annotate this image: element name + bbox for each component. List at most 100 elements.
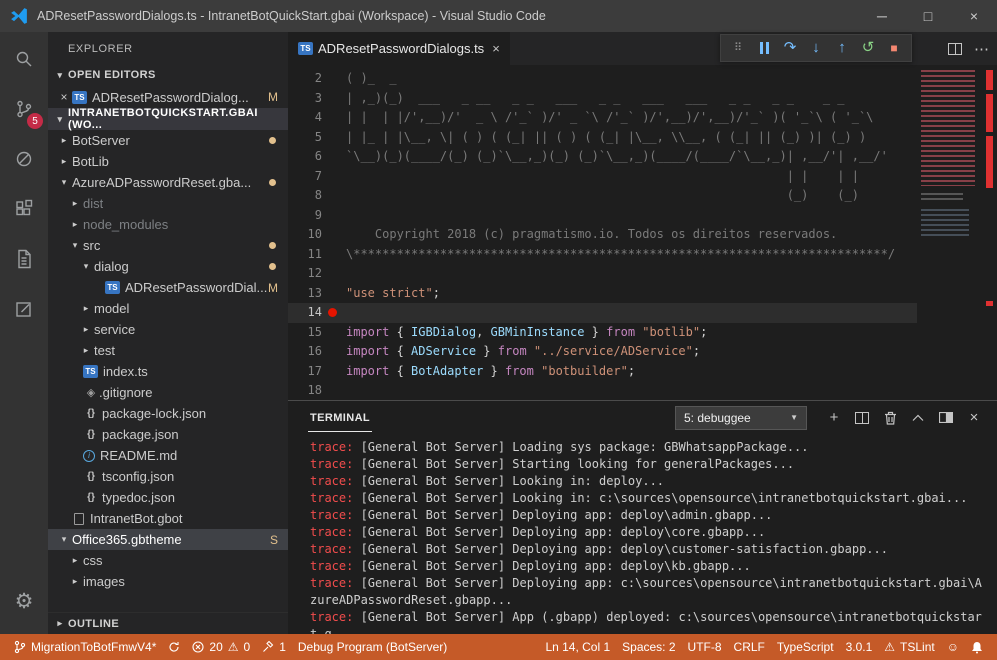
git-status-badge: S xyxy=(270,533,278,547)
debug-breakpoint-marker[interactable] xyxy=(328,308,337,317)
twisty-icon[interactable]: ▸ xyxy=(56,135,72,146)
kill-terminal-icon[interactable] xyxy=(877,405,903,431)
terminal-output[interactable]: trace: [General Bot Server] Loading sys … xyxy=(288,434,997,634)
tree-item[interactable]: ▾src xyxy=(48,235,288,256)
stop-button[interactable]: ■ xyxy=(881,35,907,61)
step-over-button[interactable]: ↷ xyxy=(777,35,803,61)
extensions-icon[interactable] xyxy=(0,184,48,234)
source-control-icon[interactable]: 5 xyxy=(0,84,48,134)
tasks-button[interactable]: 1 xyxy=(256,634,292,660)
code-line: 12 xyxy=(288,264,997,284)
new-terminal-icon[interactable]: + xyxy=(821,405,847,431)
encoding[interactable]: UTF-8 xyxy=(682,634,728,660)
close-panel-icon[interactable]: × xyxy=(961,405,987,431)
tree-item[interactable]: {}package-lock.json xyxy=(48,403,288,424)
twisty-icon[interactable]: ▸ xyxy=(67,576,83,587)
tab-close-icon[interactable]: × xyxy=(492,41,500,56)
twisty-icon[interactable]: ▾ xyxy=(67,240,83,251)
tree-item[interactable]: ▸css xyxy=(48,550,288,571)
twisty-icon: ▾ xyxy=(52,70,68,81)
twisty-icon[interactable]: ▸ xyxy=(67,198,83,209)
open-editor-item[interactable]: × TS ADResetPasswordDialog... M xyxy=(48,86,288,108)
debug-icon[interactable] xyxy=(0,134,48,184)
tree-item[interactable]: TSindex.ts xyxy=(48,361,288,382)
indentation[interactable]: Spaces: 2 xyxy=(616,634,681,660)
split-terminal-icon[interactable] xyxy=(849,405,875,431)
git-status-badge: M xyxy=(268,281,278,295)
twisty-icon[interactable]: ▸ xyxy=(67,555,83,566)
terminal-tab[interactable]: TERMINAL xyxy=(308,403,372,432)
tree-item[interactable]: ▸BotServer xyxy=(48,130,288,151)
more-actions-icon[interactable]: ⋯ xyxy=(974,40,989,58)
tslint-status[interactable]: ⚠ TSLint xyxy=(878,634,940,660)
terminal-selector[interactable]: 5: debuggee ▼ xyxy=(675,406,807,430)
json-icon: {} xyxy=(83,429,99,440)
tree-item[interactable]: {}package.json xyxy=(48,424,288,445)
move-panel-icon[interactable] xyxy=(933,405,959,431)
close-window-button[interactable]: × xyxy=(951,0,997,32)
maximize-button[interactable]: □ xyxy=(905,0,951,32)
sidebar-title: EXPLORER xyxy=(48,32,288,64)
tree-item[interactable]: {}typedoc.json xyxy=(48,487,288,508)
problems-button[interactable]: 20 ⚠ 0 xyxy=(186,634,256,660)
twisty-icon[interactable]: ▸ xyxy=(67,219,83,230)
open-editors-header[interactable]: ▾ OPEN EDITORS xyxy=(48,64,288,86)
cursor-position[interactable]: Ln 14, Col 1 xyxy=(539,634,616,660)
tree-item[interactable]: ▾AzureADPasswordReset.gba... xyxy=(48,172,288,193)
tree-item[interactable]: ▸images xyxy=(48,571,288,592)
restart-button[interactable]: ↺ xyxy=(855,35,881,61)
tree-item[interactable]: ▾Office365.gbthemeS xyxy=(48,529,288,550)
typescript-version[interactable]: 3.0.1 xyxy=(840,634,879,660)
feedback-smiley[interactable]: ☺ xyxy=(941,634,965,660)
tree-item[interactable]: ▾dialog xyxy=(48,256,288,277)
twisty-icon[interactable]: ▸ xyxy=(78,345,94,356)
tree-item[interactable]: ▸node_modules xyxy=(48,214,288,235)
tree-item[interactable]: TSADResetPasswordDial...M xyxy=(48,277,288,298)
twisty-icon[interactable]: ▾ xyxy=(56,534,72,545)
step-out-button[interactable]: ↑ xyxy=(829,35,855,61)
json-icon: {} xyxy=(83,408,99,419)
minimap[interactable] xyxy=(917,65,983,400)
split-editor-icon[interactable] xyxy=(948,43,962,55)
tree-item[interactable]: ▸test xyxy=(48,340,288,361)
twisty-icon[interactable]: ▸ xyxy=(56,156,72,167)
git-branch-button[interactable]: MigrationToBotFmwV4* xyxy=(8,634,162,660)
outline-section-header[interactable]: ▸ OUTLINE xyxy=(48,612,288,634)
tree-item[interactable]: iREADME.md xyxy=(48,445,288,466)
eol-selector[interactable]: CRLF xyxy=(728,634,771,660)
tree-item[interactable]: ▸service xyxy=(48,319,288,340)
step-into-button[interactable]: ↓ xyxy=(803,35,829,61)
maximize-panel-icon[interactable] xyxy=(905,405,931,431)
tree-item[interactable]: ◈.gitignore xyxy=(48,382,288,403)
pause-button[interactable] xyxy=(751,35,777,61)
settings-gear-icon[interactable]: ⚙ xyxy=(0,576,48,626)
code-line: 7 | | | | xyxy=(288,167,997,187)
git-modified-badge: M xyxy=(268,90,278,104)
search-icon[interactable] xyxy=(0,34,48,84)
overview-ruler[interactable] xyxy=(983,65,997,400)
tree-item[interactable]: ▸model xyxy=(48,298,288,319)
tree-item[interactable]: ▸dist xyxy=(48,193,288,214)
compose-icon[interactable] xyxy=(0,284,48,334)
open-editors-label: OPEN EDITORS xyxy=(68,69,156,81)
tab-adresetpassworddialogs[interactable]: TS ADResetPasswordDialogs.ts × xyxy=(288,32,510,65)
twisty-icon[interactable]: ▾ xyxy=(56,177,72,188)
tree-item-label: README.md xyxy=(100,448,177,463)
twisty-icon[interactable]: ▸ xyxy=(78,324,94,335)
minimize-button[interactable]: ─ xyxy=(859,0,905,32)
debug-status[interactable]: Debug Program (BotServer) xyxy=(292,634,453,660)
tree-item[interactable]: ▸BotLib xyxy=(48,151,288,172)
terminal-line: trace: [General Bot Server] Deploying ap… xyxy=(310,524,985,541)
docs-icon[interactable] xyxy=(0,234,48,284)
tree-item[interactable]: IntranetBot.gbot xyxy=(48,508,288,529)
editor-body[interactable]: 2( )_ _3| ,_)(_) ___ _ __ _ _ ___ _ _ __… xyxy=(288,65,997,400)
language-mode[interactable]: TypeScript xyxy=(771,634,840,660)
workspace-section-header[interactable]: ▾ INTRANETBOTQUICKSTART.GBAI (WO... xyxy=(48,108,288,130)
sync-button[interactable] xyxy=(162,634,186,660)
tree-item[interactable]: {}tsconfig.json xyxy=(48,466,288,487)
toolbar-grip-handle[interactable]: ⠿ xyxy=(725,35,751,61)
notifications-bell[interactable] xyxy=(965,634,989,660)
twisty-icon[interactable]: ▸ xyxy=(78,303,94,314)
close-editor-icon[interactable]: × xyxy=(56,90,72,104)
twisty-icon[interactable]: ▾ xyxy=(78,261,94,272)
